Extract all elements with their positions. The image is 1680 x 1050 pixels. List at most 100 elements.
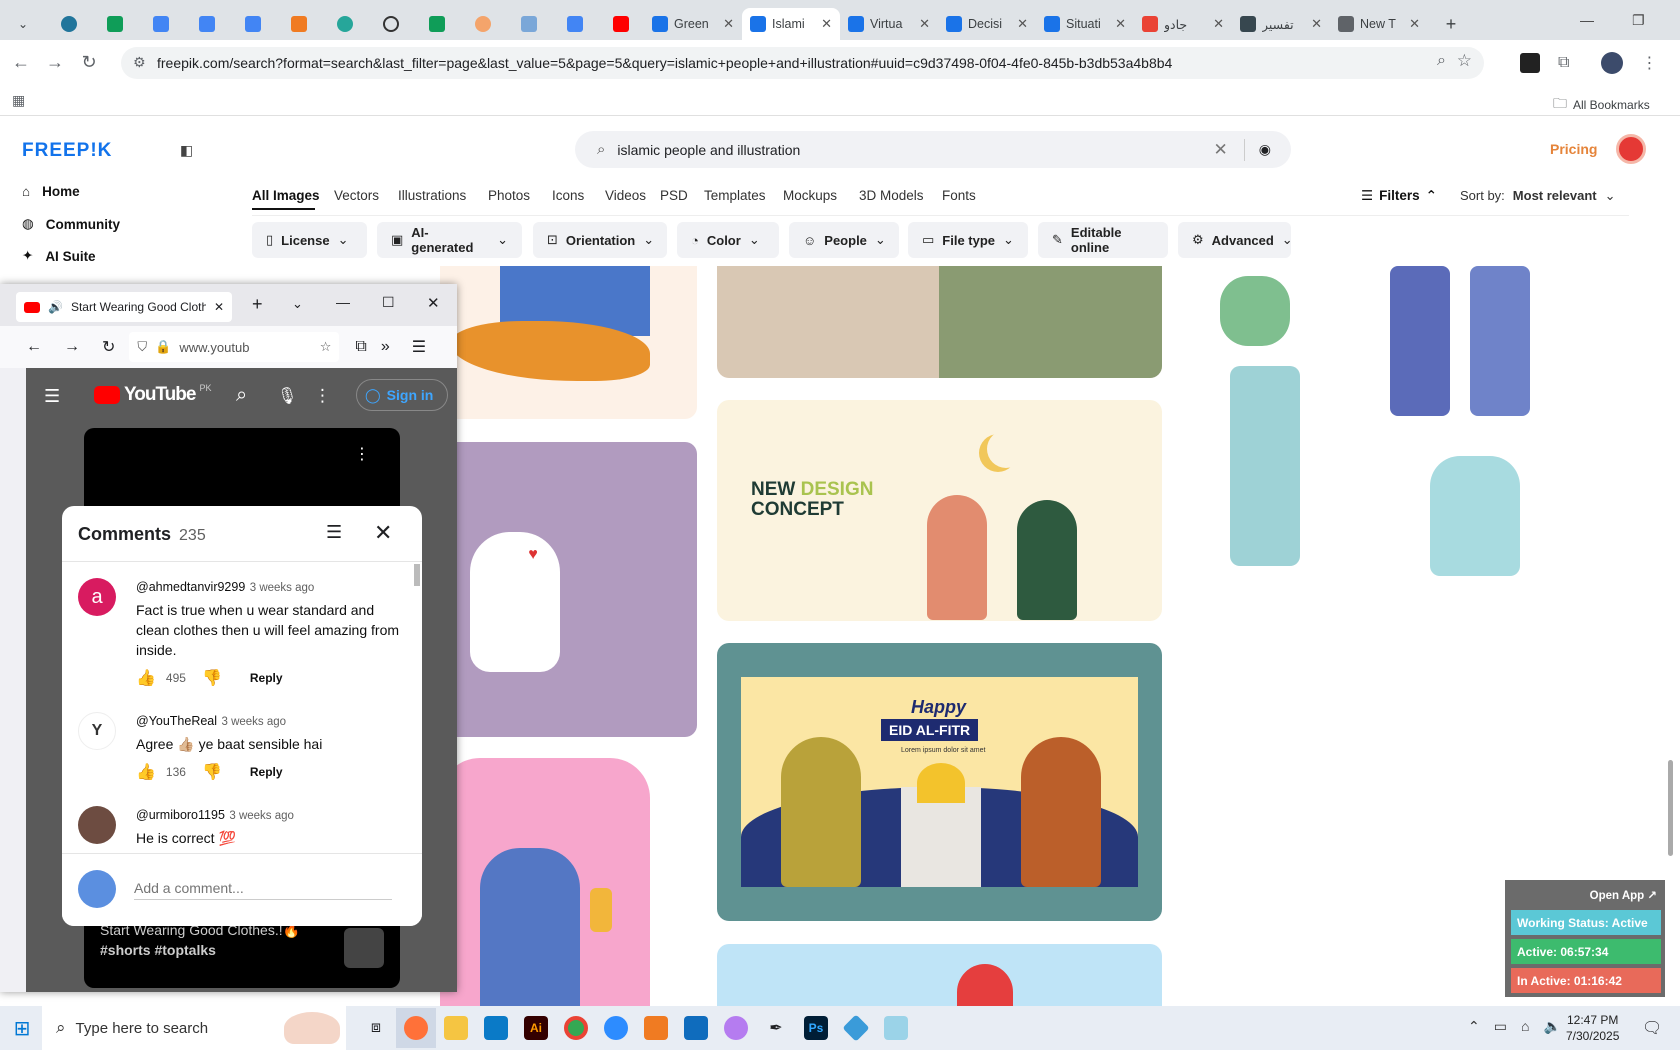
close-tab-icon[interactable]: ✕ xyxy=(1409,16,1420,32)
taskbar-explorer[interactable] xyxy=(436,1008,476,1048)
taskbar-firefox[interactable] xyxy=(396,1008,436,1048)
speaker-icon[interactable]: 🔈 xyxy=(1543,1018,1560,1035)
avatar[interactable] xyxy=(78,806,116,844)
comment-author[interactable]: @urmiboro1195 xyxy=(136,808,225,822)
taskbar-chrome[interactable] xyxy=(556,1008,596,1048)
add-comment-input[interactable] xyxy=(134,876,392,900)
notification-icon[interactable]: 🗨 xyxy=(1642,1018,1662,1038)
close-window-icon[interactable]: ✕ xyxy=(427,294,440,312)
close-tab-icon[interactable]: ✕ xyxy=(919,16,930,32)
network-icon[interactable]: ⌂ xyxy=(1521,1018,1529,1035)
taskbar-app-3[interactable] xyxy=(876,1008,916,1048)
taskbar-outlook[interactable] xyxy=(676,1008,716,1048)
comment-time[interactable]: 3 weeks ago xyxy=(221,716,286,728)
bookmark-star-icon[interactable]: ☆ xyxy=(1457,51,1472,71)
avatar[interactable]: Y xyxy=(78,712,116,750)
extensions-icon[interactable]: ⧉ xyxy=(355,338,366,356)
comment-time[interactable]: 3 weeks ago xyxy=(250,582,315,594)
close-tab-icon[interactable]: ✕ xyxy=(1115,16,1126,32)
reload-icon[interactable]: ↻ xyxy=(72,52,106,73)
sidebar-item-community[interactable]: ◍ Community xyxy=(22,216,120,232)
image-card-7[interactable] xyxy=(440,758,650,1006)
image-card-3[interactable] xyxy=(1200,266,1640,596)
browser-tab[interactable]: Decisi ✕ xyxy=(938,8,1036,40)
close-tab-icon[interactable]: ✕ xyxy=(1311,16,1322,32)
thumbs-down-icon[interactable]: 👎 xyxy=(202,762,222,782)
sort-icon[interactable]: ☰ xyxy=(326,522,342,543)
yt-kebab-icon[interactable]: ⋮ xyxy=(314,386,331,406)
page-scrollbar[interactable] xyxy=(1668,760,1673,856)
filter-chip-orientation[interactable]: ⊡ Orientation ⌄ xyxy=(533,222,667,258)
image-card-2[interactable] xyxy=(717,266,1162,378)
image-card-1[interactable] xyxy=(440,266,697,419)
filter-chip-file-type[interactable]: ▭ File type ⌄ xyxy=(908,222,1028,258)
image-card-4[interactable]: ♥ xyxy=(440,442,697,737)
thumbs-down-icon[interactable]: 👎 xyxy=(202,668,222,688)
taskbar-photoshop[interactable]: Ps xyxy=(796,1008,836,1048)
bookmark-star-icon[interactable]: ☆ xyxy=(320,339,332,355)
tab-vectors[interactable]: Vectors xyxy=(334,188,379,203)
pinned-tab-5[interactable] xyxy=(230,8,276,40)
restore-icon[interactable]: ❐ xyxy=(1632,12,1645,29)
back-icon[interactable]: ← xyxy=(26,338,42,356)
image-card-5[interactable]: NEW DESIGN CONCEPT xyxy=(717,400,1162,621)
reply-button[interactable]: Reply xyxy=(250,671,283,685)
browser-tab[interactable]: Situati ✕ xyxy=(1036,8,1134,40)
taskbar-app-2[interactable] xyxy=(836,1008,876,1048)
clear-search-icon[interactable]: ✕ xyxy=(1214,140,1228,160)
minimize-icon[interactable]: — xyxy=(1580,12,1594,29)
filter-chip-ai-generated[interactable]: ▣ AI-generated ⌄ xyxy=(377,222,522,258)
clock[interactable]: 12:47 PM 7/30/2025 xyxy=(1566,1012,1619,1044)
tab-psd[interactable]: PSD xyxy=(660,188,688,203)
image-card-6[interactable]: Happy EID AL-FITR Lorem ipsum dolor sit … xyxy=(717,643,1162,921)
sidebar-item-home[interactable]: ⌂ Home xyxy=(22,184,80,199)
kebab-menu-icon[interactable]: ⋮ xyxy=(1641,53,1657,73)
tab-all-images[interactable]: All Images xyxy=(252,188,320,203)
camera-icon[interactable]: ◉ xyxy=(1259,141,1271,158)
comment-author[interactable]: @ahmedtanvir9299 xyxy=(136,580,245,594)
url-text[interactable]: freepik.com/search?format=search&last_fi… xyxy=(157,55,1172,71)
close-tab-icon[interactable]: ✕ xyxy=(821,16,832,32)
tab-icons[interactable]: Icons xyxy=(552,188,584,203)
all-bookmarks[interactable]: 🗀 All Bookmarks xyxy=(1553,93,1650,117)
battery-icon[interactable]: ▭ xyxy=(1494,1018,1507,1035)
apps-grid-icon[interactable]: ▦ xyxy=(12,92,25,109)
pinned-tab-11[interactable] xyxy=(506,8,552,40)
filter-chip-license[interactable]: ▯ License ⌄ xyxy=(252,222,367,258)
reload-icon[interactable]: ↻ xyxy=(102,337,115,357)
taskbar-zoom[interactable] xyxy=(596,1008,636,1048)
pinned-tab-13[interactable] xyxy=(598,8,644,40)
thumbs-up-icon[interactable]: 👍 xyxy=(136,762,156,782)
tab-photos[interactable]: Photos xyxy=(488,188,530,203)
pricing-link[interactable]: Pricing xyxy=(1550,141,1597,157)
new-tab-icon[interactable]: + xyxy=(252,294,263,315)
comment-time[interactable]: 3 weeks ago xyxy=(229,810,294,822)
tab-videos[interactable]: Videos xyxy=(605,188,646,203)
tab-templates[interactable]: Templates xyxy=(704,188,766,203)
firefox-address-bar[interactable]: ⛉ 🔒 www.youtub ☆ xyxy=(129,332,340,362)
sidebar-toggle-icon[interactable]: ◧ xyxy=(180,142,193,159)
tab-list-icon[interactable]: ⌄ xyxy=(292,296,303,312)
yt-menu-icon[interactable]: ☰ xyxy=(44,386,60,407)
chevron-up-icon[interactable]: ⌃ xyxy=(1468,1018,1480,1035)
video-tags[interactable]: #shorts #toptalks xyxy=(100,940,330,960)
new-tab-button[interactable]: + xyxy=(1428,8,1474,40)
freepik-logo[interactable]: FREEP!K xyxy=(22,140,112,162)
tab-illustrations[interactable]: Illustrations xyxy=(398,188,466,203)
hamburger-menu-icon[interactable]: ☰ xyxy=(412,337,426,357)
browser-tab[interactable]: جادو ✕ xyxy=(1134,8,1232,40)
comments-scrollbar[interactable] xyxy=(414,564,420,586)
filter-chip-color[interactable]: ◔ Color ⌄ xyxy=(677,222,779,258)
font-extension-icon[interactable] xyxy=(1520,53,1540,73)
back-icon[interactable]: ← xyxy=(4,52,38,73)
channel-thumbnail[interactable] xyxy=(344,928,384,968)
browser-tab[interactable]: Green ✕ xyxy=(644,8,742,40)
image-card-8[interactable] xyxy=(717,944,1162,1006)
task-view-icon[interactable]: ⧈ xyxy=(356,1008,396,1048)
tab-fonts[interactable]: Fonts xyxy=(942,188,976,203)
pinned-tab-2[interactable] xyxy=(92,8,138,40)
taskbar-photos[interactable] xyxy=(716,1008,756,1048)
taskbar-pen[interactable]: ✒ xyxy=(756,1008,796,1048)
sign-in-button[interactable]: ◯ Sign in xyxy=(356,379,448,411)
puzzle-icon[interactable]: ⧉ xyxy=(1558,54,1569,72)
